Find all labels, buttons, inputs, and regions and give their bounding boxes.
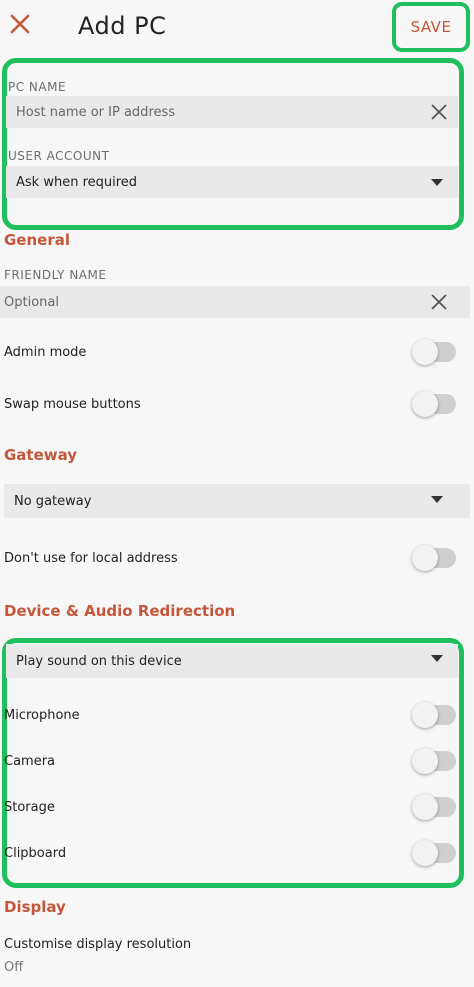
microphone-label: Microphone — [4, 708, 80, 723]
friendly-name-label: FRIENDLY NAME — [4, 268, 107, 282]
pc-name-label: PC NAME — [8, 80, 67, 94]
save-button-label: SAVE — [410, 18, 452, 36]
clear-friendly-name-icon[interactable] — [430, 293, 448, 311]
pc-name-field[interactable]: Host name or IP address — [6, 96, 458, 128]
swap-mouse-label: Swap mouse buttons — [4, 397, 141, 412]
local-address-toggle[interactable] — [412, 545, 456, 571]
sound-chevron-down-icon — [431, 655, 443, 662]
save-button[interactable]: SAVE — [392, 2, 470, 52]
clear-pc-name-icon[interactable] — [430, 103, 448, 121]
toggle-knob — [412, 794, 438, 820]
device-audio-section-title: Device & Audio Redirection — [4, 602, 236, 620]
close-icon[interactable] — [8, 12, 32, 36]
user-account-dropdown[interactable]: Ask when required — [6, 166, 458, 198]
page-title: Add PC — [78, 12, 167, 40]
toggle-knob — [412, 391, 438, 417]
sound-dropdown[interactable]: Play sound on this device — [6, 644, 458, 678]
toggle-knob — [412, 702, 438, 728]
user-account-label: USER ACCOUNT — [8, 149, 110, 163]
pc-name-placeholder: Host name or IP address — [16, 104, 176, 120]
local-address-label: Don't use for local address — [4, 551, 178, 566]
sound-value: Play sound on this device — [16, 653, 182, 669]
friendly-name-placeholder: Optional — [4, 294, 59, 310]
user-account-value: Ask when required — [16, 174, 138, 190]
storage-toggle[interactable] — [412, 794, 456, 820]
gateway-value: No gateway — [14, 493, 92, 509]
display-resolution-value: Off — [4, 960, 24, 975]
toggle-knob — [412, 339, 438, 365]
gateway-section-title: Gateway — [4, 446, 78, 464]
admin-mode-toggle[interactable] — [412, 339, 456, 365]
camera-toggle[interactable] — [412, 748, 456, 774]
gateway-chevron-down-icon — [431, 496, 443, 503]
swap-mouse-toggle[interactable] — [412, 391, 456, 417]
general-section-title: General — [4, 231, 70, 249]
display-resolution-label[interactable]: Customise display resolution — [4, 937, 191, 952]
toggle-knob — [412, 748, 438, 774]
toggle-knob — [412, 840, 438, 866]
user-account-chevron-down-icon — [431, 179, 443, 186]
friendly-name-field[interactable]: Optional — [0, 286, 470, 318]
toggle-knob — [412, 545, 438, 571]
clipboard-toggle[interactable] — [412, 840, 456, 866]
microphone-toggle[interactable] — [412, 702, 456, 728]
display-section-title: Display — [4, 898, 66, 916]
admin-mode-label: Admin mode — [4, 345, 87, 360]
connection-highlight — [2, 58, 464, 230]
clipboard-label: Clipboard — [4, 846, 67, 861]
storage-label: Storage — [4, 800, 55, 815]
gateway-dropdown[interactable]: No gateway — [4, 484, 470, 518]
camera-label: Camera — [4, 754, 56, 769]
